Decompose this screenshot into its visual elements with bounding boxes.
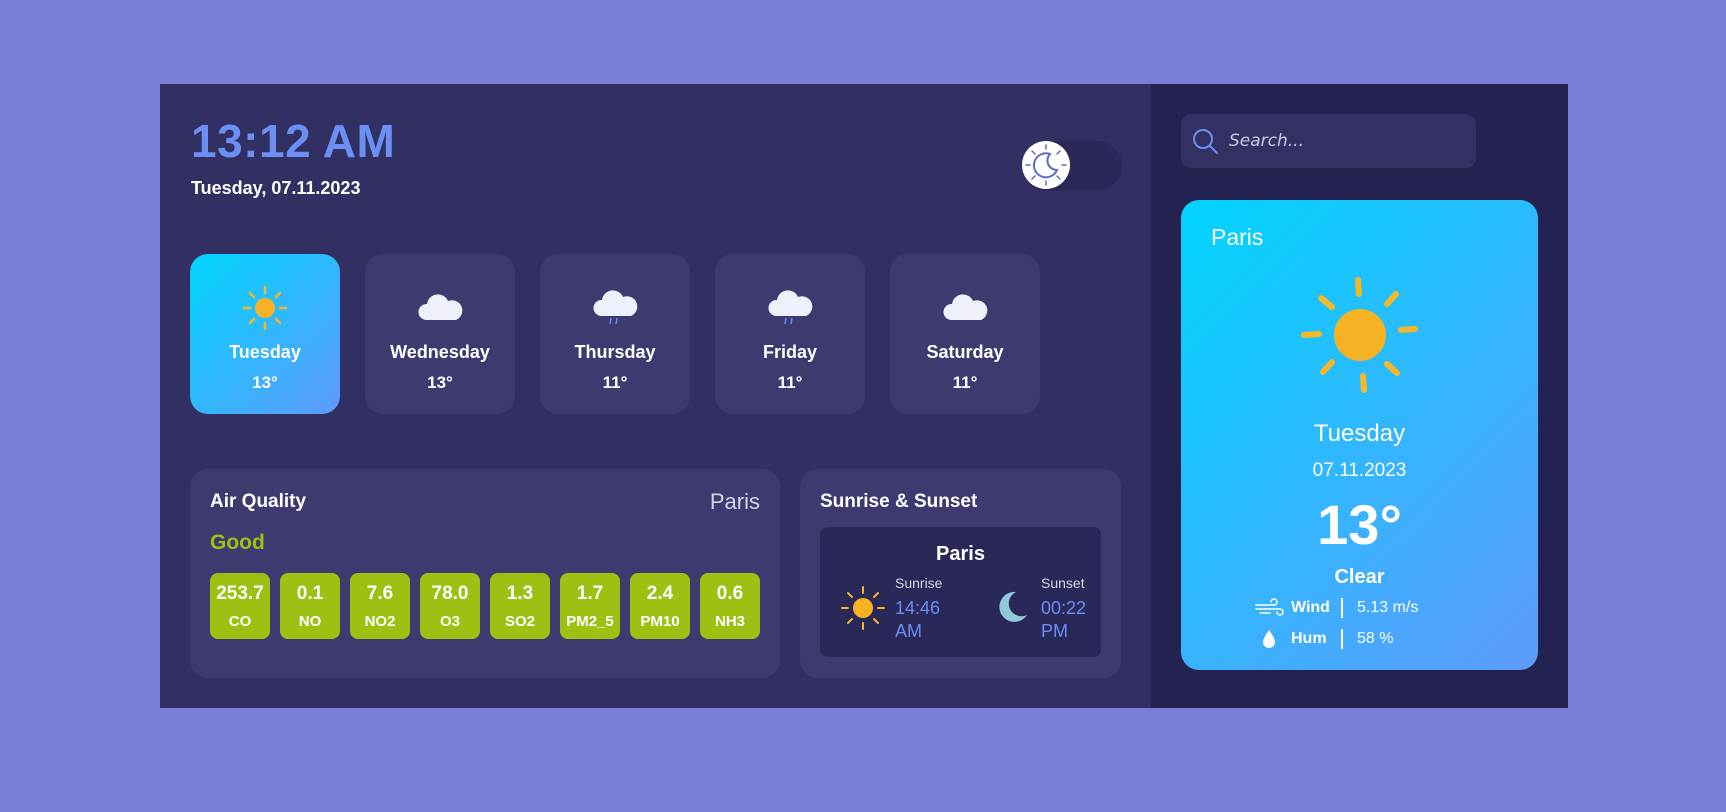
air-quality-card: Air Quality Paris Good 253.7 CO 0.1 NO 7.6… [190, 469, 780, 678]
cloud-icon [943, 294, 988, 320]
air-quality-list: 253.7 CO 0.1 NO 7.6 NO2 78.0 O3 1.3 SO2 1.7 PM… [210, 573, 760, 639]
sunset-label: Sunset [1041, 575, 1085, 591]
sunrise-time: 14:46 AM [895, 598, 941, 641]
forecast-day-temp: 11° [952, 373, 978, 392]
aq-item-so2: 1.3 SO2 [490, 573, 550, 639]
moon-icon [999, 591, 1027, 622]
forecast-day-tuesday[interactable]: Tuesday 13° [190, 254, 340, 414]
divider [1341, 629, 1343, 649]
current-condition: Clear [1334, 566, 1385, 588]
search-icon [1193, 129, 1218, 154]
forecast-day-temp: 11° [777, 373, 803, 392]
sunrise-sunset-title: Sunrise & Sunset [820, 491, 978, 512]
wind-label: Wind [1291, 599, 1330, 616]
sidebar: Paris Tuesday 07.11.2023 13° Clear [1151, 84, 1568, 708]
weather-app: 13:12 AM Tuesday, 07.11.2023 Tuesday 13°… [160, 84, 1568, 708]
aq-item-pm2-5: 1.7 PM2_5 [560, 573, 620, 639]
humidity-stat: Hum 58 % [1253, 629, 1393, 649]
aq-value: 7.6 [366, 582, 394, 604]
cloud-drizzle-icon [593, 290, 638, 325]
sunrise-icon [841, 586, 885, 630]
forecast-day-friday[interactable]: Friday 11° [715, 254, 865, 414]
air-quality-status: Good [210, 531, 265, 554]
air-quality-city: Paris [709, 489, 760, 514]
aq-value: 78.0 [431, 582, 469, 604]
current-date: Tuesday, 07.11.2023 [191, 178, 361, 198]
aq-item-o3: 78.0 O3 [420, 573, 480, 639]
aq-value: 253.7 [216, 582, 264, 604]
cloud-icon [418, 294, 463, 320]
aq-value: 1.3 [506, 582, 534, 604]
toggle-knob[interactable] [1022, 141, 1070, 189]
forecast-day-temp: 13° [252, 373, 278, 392]
sunrise-sunset-card: Sunrise & Sunset Paris Sunrise 14:46 AM [800, 469, 1121, 678]
aq-name: NO2 [364, 612, 396, 630]
current-day: Tuesday [1313, 420, 1406, 447]
air-quality-title: Air Quality [210, 491, 307, 512]
droplet-icon [1263, 630, 1275, 648]
sunrise-sunset-city: Paris [936, 543, 985, 565]
forecast-day-wednesday[interactable]: Wednesday 13° [365, 254, 515, 414]
forecast-day-saturday[interactable]: Saturday 11° [890, 254, 1040, 414]
sunset-time: 00:22 PM [1041, 598, 1087, 641]
current-time: 13:12 AM [191, 115, 396, 167]
aq-value: 2.4 [646, 582, 674, 604]
forecast-day-name: Friday [762, 342, 818, 362]
aq-name: SO2 [504, 612, 535, 630]
aq-name: PM10 [640, 612, 680, 630]
aq-name: CO [228, 612, 252, 630]
wind-value: 5.13 m/s [1357, 599, 1419, 616]
moon-icon [1025, 144, 1067, 186]
search-input[interactable] [1229, 114, 1469, 168]
aq-name: NH3 [714, 612, 745, 630]
forecast-day-name: Thursday [574, 342, 656, 362]
forecast-day-name: Tuesday [229, 342, 301, 362]
theme-toggle[interactable] [1022, 141, 1122, 191]
divider [1341, 598, 1343, 618]
sunrise-sunset-panel: Paris Sunrise 14:46 AM Sunset 00:22 PM [820, 527, 1101, 657]
forecast-day-temp: 11° [602, 373, 628, 392]
sunrise-label: Sunrise [895, 575, 943, 591]
aq-value: 0.1 [296, 582, 324, 604]
aq-value: 0.6 [716, 582, 744, 604]
aq-item-nh3: 0.6 NH3 [700, 573, 760, 639]
aq-name: PM2_5 [566, 612, 614, 630]
current-date-value: 07.11.2023 [1312, 460, 1407, 481]
aq-item-no2: 7.6 NO2 [350, 573, 410, 639]
search-box[interactable] [1181, 114, 1476, 168]
forecast-day-name: Wednesday [390, 342, 490, 362]
sun-icon [242, 285, 288, 331]
current-city: Paris [1211, 224, 1264, 250]
forecast-day-name: Saturday [926, 342, 1004, 362]
aq-item-no: 0.1 NO [280, 573, 340, 639]
humidity-label: Hum [1291, 630, 1327, 647]
humidity-value: 58 % [1357, 630, 1394, 647]
wind-icon [1255, 598, 1284, 616]
aq-item-co: 253.7 CO [210, 573, 270, 639]
aq-item-pm10: 2.4 PM10 [630, 573, 690, 639]
forecast-list: Tuesday 13° Wednesday 13° Thursday 11° F… [190, 254, 1040, 414]
aq-name: O3 [439, 612, 460, 630]
current-weather-card: Paris Tuesday 07.11.2023 13° Clear Wind … [1181, 200, 1538, 670]
forecast-day-temp: 13° [427, 373, 453, 392]
wind-stat: Wind 5.13 m/s [1253, 598, 1418, 618]
main-panel: 13:12 AM Tuesday, 07.11.2023 Tuesday 13°… [160, 84, 1151, 708]
aq-value: 1.7 [576, 582, 604, 604]
sun-icon [1301, 277, 1418, 393]
current-temperature: 13° [1317, 493, 1402, 556]
aq-name: NO [298, 612, 322, 630]
cloud-drizzle-icon [768, 290, 813, 325]
forecast-day-thursday[interactable]: Thursday 11° [540, 254, 690, 414]
